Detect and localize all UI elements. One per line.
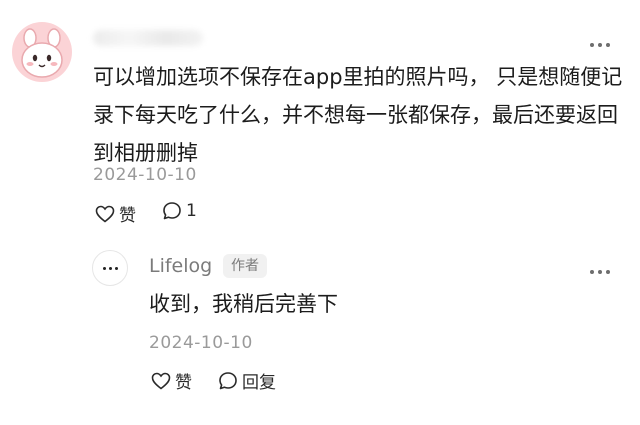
comment-bubble-icon [163, 202, 181, 220]
dot [606, 43, 610, 47]
reply-count-button[interactable]: 1 [162, 201, 197, 221]
commenter-avatar[interactable] [12, 22, 72, 82]
bunny-avatar-icon [21, 28, 63, 78]
comment-date: 2024-10-10 [93, 165, 197, 185]
more-options-icon[interactable] [590, 32, 618, 47]
dot [590, 43, 594, 47]
reply-body: 收到，我稍后完善下 [149, 292, 338, 316]
dot [114, 266, 118, 270]
like-button[interactable]: 赞 [151, 368, 192, 393]
comment-bubble-icon [219, 371, 237, 389]
more-options-icon[interactable] [590, 259, 618, 274]
author-badge: 作者 [223, 254, 267, 278]
like-label: 赞 [119, 206, 136, 226]
like-label: 赞 [175, 373, 192, 393]
dot [590, 270, 594, 274]
reply-label: 回复 [242, 373, 276, 393]
heart-icon [151, 372, 171, 390]
dot [102, 266, 106, 270]
dot [108, 266, 112, 270]
reply-date: 2024-10-10 [149, 333, 253, 353]
blurred-username[interactable] [93, 30, 203, 46]
heart-icon [95, 205, 115, 223]
reply-author-name[interactable]: Lifelog [149, 255, 212, 277]
reply-button[interactable]: 回复 [218, 368, 276, 393]
dot [606, 270, 610, 274]
comment-body: 可以增加选项不保存在app里拍的照片吗， 只是想随便记录下每天吃了什么，并不想每… [93, 65, 623, 165]
reply-count: 1 [186, 201, 197, 221]
like-button[interactable]: 赞 [95, 201, 136, 226]
dot [598, 43, 602, 47]
author-avatar[interactable] [92, 250, 128, 286]
dot [598, 270, 602, 274]
